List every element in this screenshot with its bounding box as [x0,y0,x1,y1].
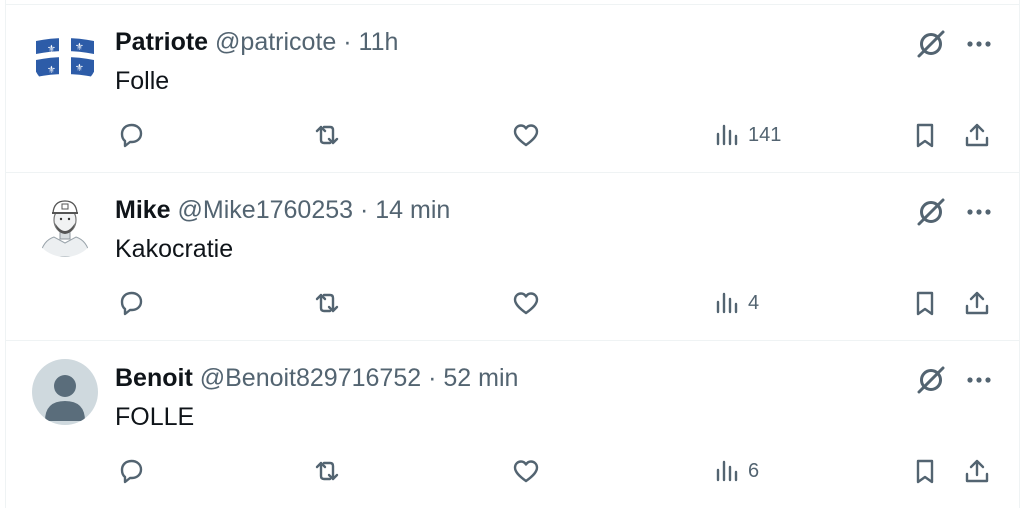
reply-icon [120,291,143,316]
reply-feed: ⚜ ⚜ ⚜ ⚜ Patriote @patricote · 11h Folle [0,0,1032,508]
view-count: 141 [748,123,782,146]
views-icon [716,124,738,146]
views-icon [716,460,738,482]
more-options-button[interactable] [962,195,996,229]
svg-text:⚜: ⚜ [75,63,84,74]
tweet-header: Mike @Mike1760253 · 14 min [115,195,450,225]
tweet-text: Folle [115,67,170,95]
avatar[interactable] [32,191,98,257]
timestamp[interactable]: 11h [359,28,399,56]
view-count: 6 [748,459,760,482]
reply-button[interactable] [116,117,146,153]
views-icon [716,292,738,314]
svg-text:⚜: ⚜ [75,42,84,53]
grok-button[interactable] [914,195,948,229]
repost-button[interactable] [312,453,342,489]
timestamp[interactable]: 52 min [443,364,518,392]
avatar[interactable] [32,359,98,425]
bookmark-button[interactable] [910,117,940,153]
more-icon [967,209,991,215]
repost-button[interactable] [312,117,342,153]
repost-icon [315,125,339,145]
bookmark-icon [916,291,934,316]
grok-icon [917,30,945,58]
share-icon [965,291,989,315]
separator-dot: · [343,28,352,56]
like-button[interactable] [511,285,541,321]
grok-icon [917,198,945,226]
bookmark-button[interactable] [910,285,940,321]
grok-button[interactable] [914,27,948,61]
reply-button[interactable] [116,453,146,489]
reply-tweet[interactable]: Benoit @Benoit829716752 · 52 min FOLLE 6 [6,340,1019,509]
avatar[interactable]: ⚜ ⚜ ⚜ ⚜ [32,23,98,89]
reply-tweet[interactable]: ⚜ ⚜ ⚜ ⚜ Patriote @patricote · 11h Folle [6,4,1019,173]
repost-icon [315,293,339,313]
heart-icon [513,124,539,147]
tweet-text: Kakocratie [115,235,234,263]
like-button[interactable] [511,453,541,489]
share-button[interactable] [962,453,992,489]
user-handle[interactable]: @Mike1760253 [178,196,354,224]
views-button[interactable]: 141 [712,117,781,153]
like-button[interactable] [511,117,541,153]
share-button[interactable] [962,285,992,321]
repost-button[interactable] [312,285,342,321]
tweet-header: Patriote @patricote · 11h [115,27,398,57]
views-button[interactable]: 6 [712,453,759,489]
more-options-button[interactable] [962,363,996,397]
share-icon [965,123,989,147]
svg-text:⚜: ⚜ [47,65,56,76]
bookmark-button[interactable] [910,453,940,489]
grok-button[interactable] [914,363,948,397]
share-button[interactable] [962,117,992,153]
reply-icon [120,459,143,484]
svg-text:⚜: ⚜ [47,44,56,55]
display-name[interactable]: Benoit [115,364,193,392]
bookmark-icon [916,123,934,148]
display-name[interactable]: Mike [115,196,171,224]
views-button[interactable]: 4 [712,285,759,321]
view-count: 4 [748,291,760,314]
separator-dot: · [428,364,437,392]
default-profile-icon [32,359,98,425]
reply-icon [120,123,143,148]
more-icon [967,41,991,47]
bookmark-icon [916,459,934,484]
more-options-button[interactable] [962,27,996,61]
separator-dot: · [360,196,369,224]
reply-button[interactable] [116,285,146,321]
reply-tweet[interactable]: Mike @Mike1760253 · 14 min Kakocratie 4 [6,172,1019,341]
timestamp[interactable]: 14 min [375,196,450,224]
quebec-flag-icon: ⚜ ⚜ ⚜ ⚜ [32,23,98,89]
tweet-text: FOLLE [115,403,195,431]
repost-icon [315,461,339,481]
feed-right-border [1019,0,1020,508]
grok-icon [917,366,945,394]
tweet-header: Benoit @Benoit829716752 · 52 min [115,363,518,393]
portrait-avatar-icon [32,191,98,257]
user-handle[interactable]: @patricote [215,28,336,56]
heart-icon [513,292,539,315]
share-icon [965,459,989,483]
display-name[interactable]: Patriote [115,28,208,56]
more-icon [967,377,991,383]
user-handle[interactable]: @Benoit829716752 [200,364,421,392]
heart-icon [513,460,539,483]
